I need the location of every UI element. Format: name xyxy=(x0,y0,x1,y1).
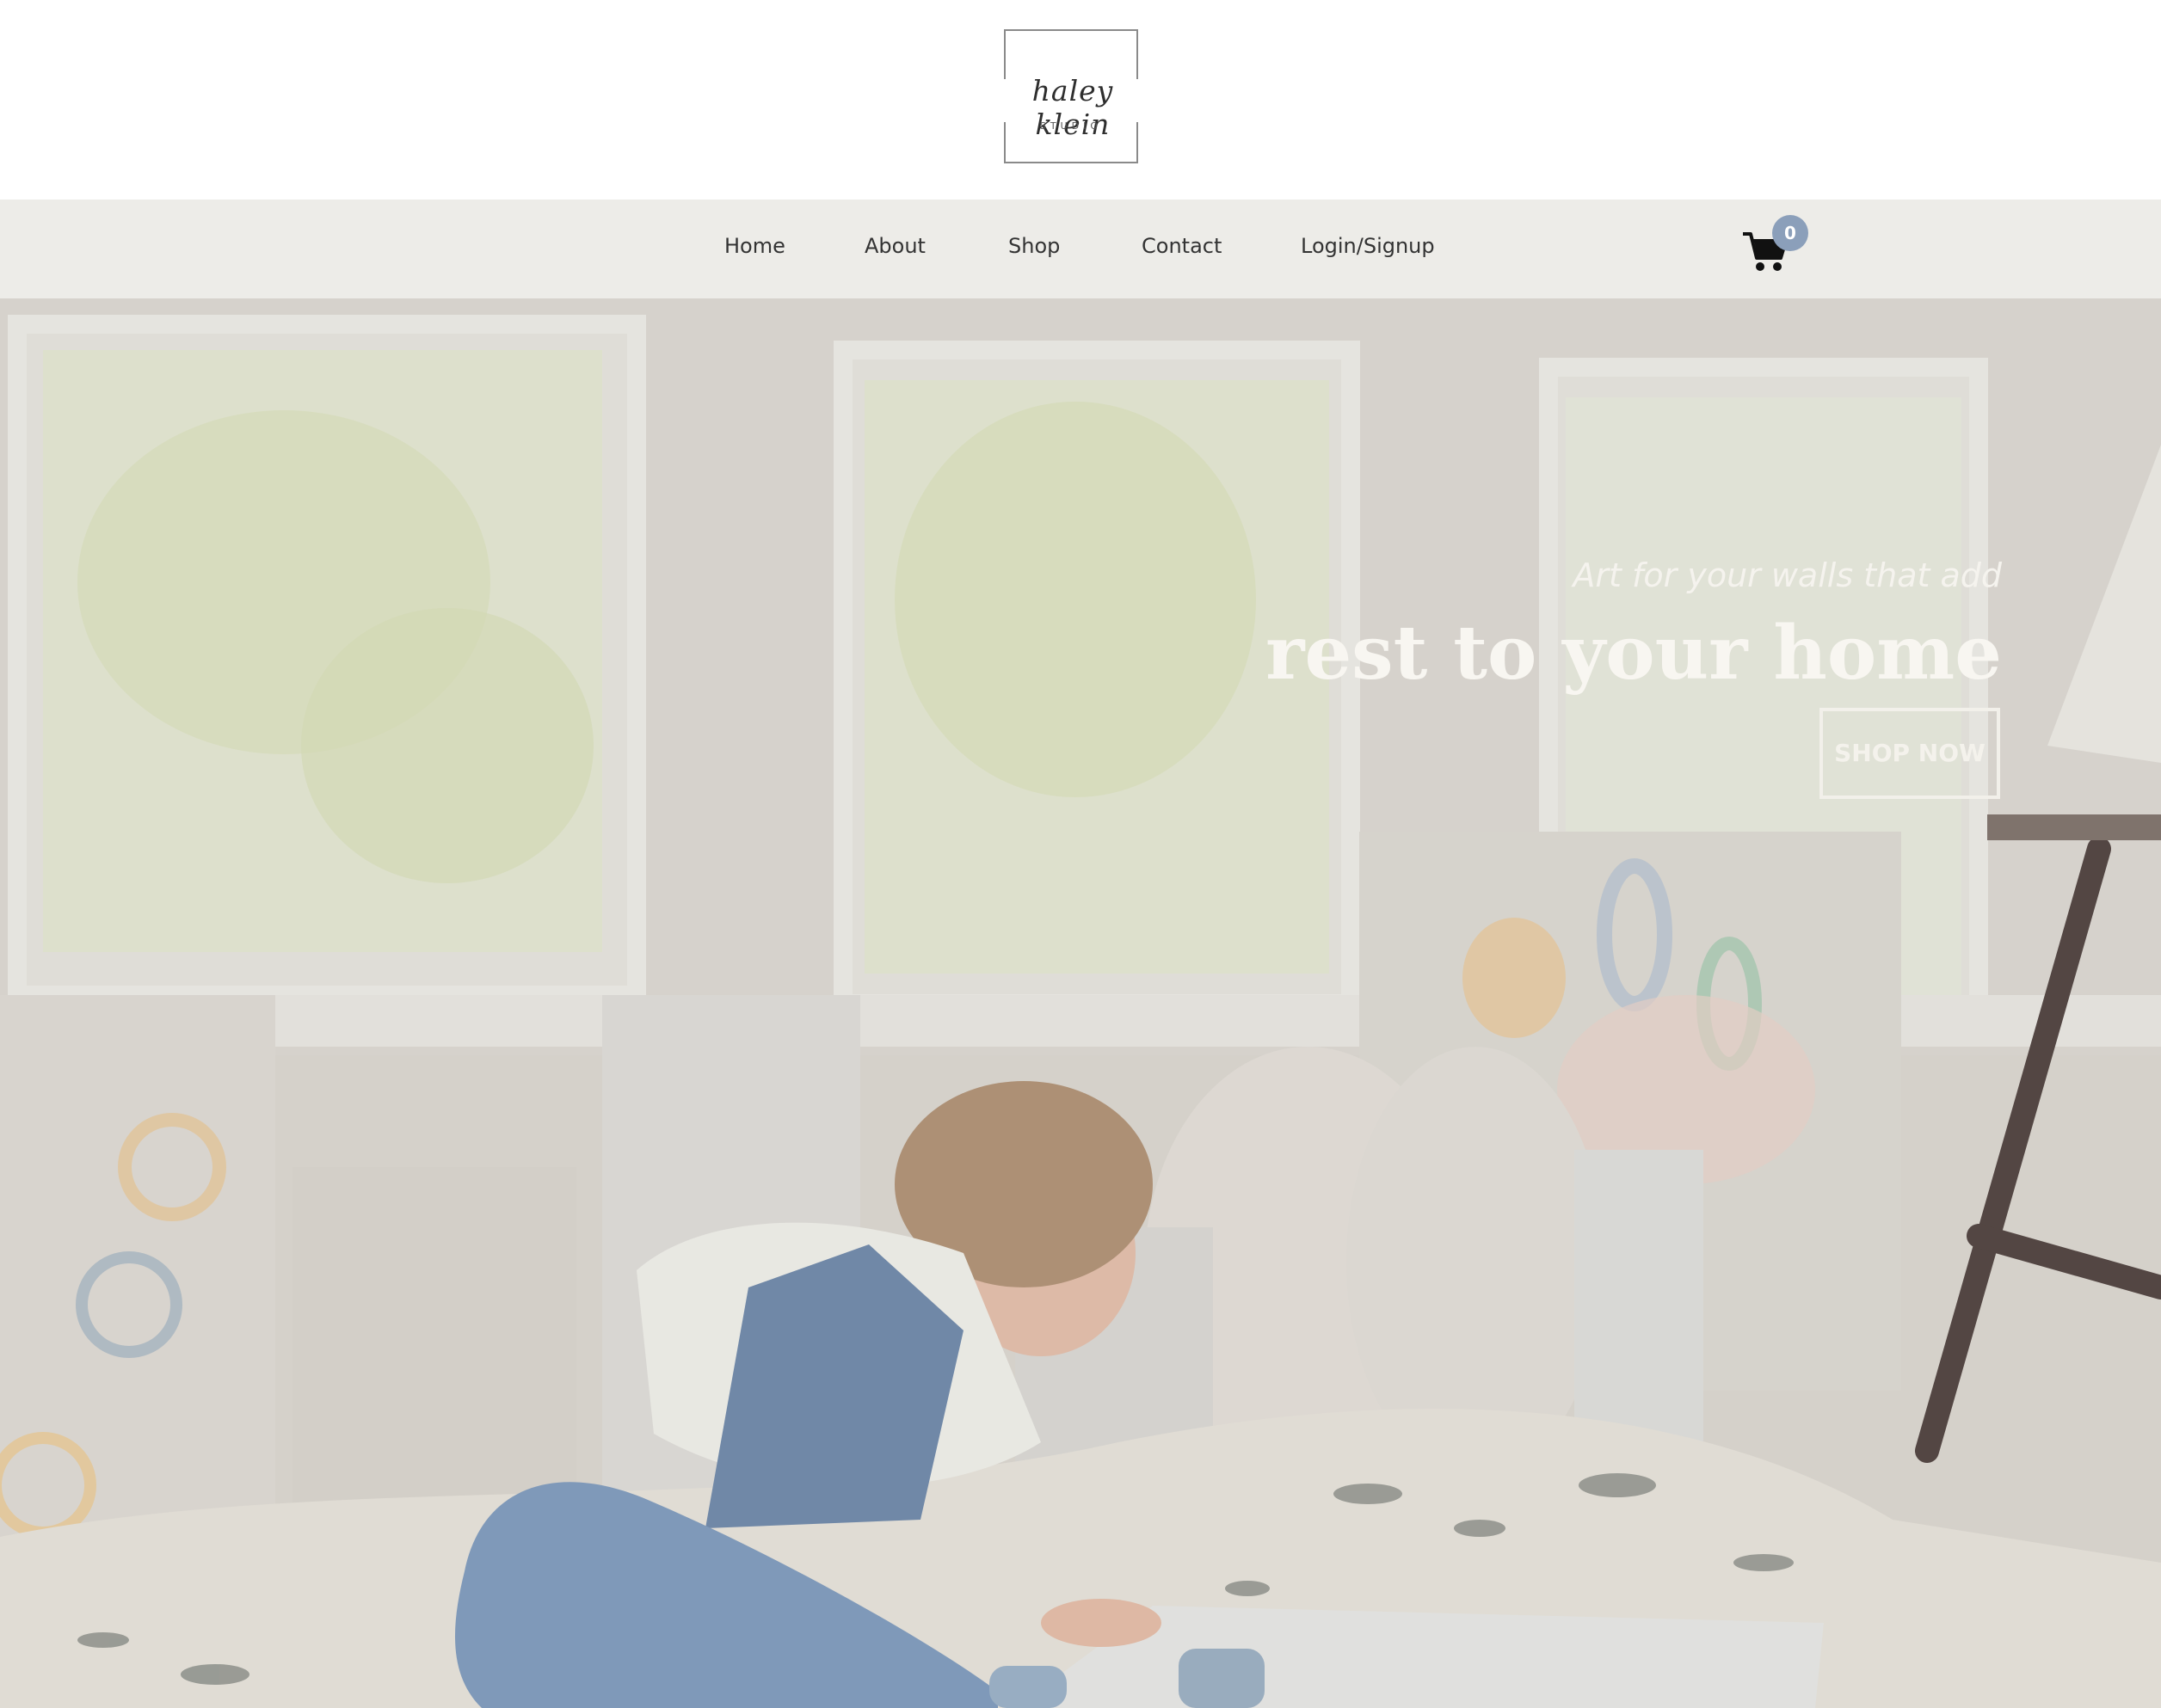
main-nav: Home About Shop Contact Login/Signup 0 xyxy=(0,200,2161,298)
nav-shop[interactable]: Shop xyxy=(1008,234,1060,258)
cart-count-badge: 0 xyxy=(1772,215,1808,251)
brand-logo[interactable]: haley klein STUDIO xyxy=(995,29,1150,163)
hero-section: Art for your walls that add rest to your… xyxy=(0,298,2161,1708)
hero-background-image xyxy=(0,298,2161,1708)
site-header: haley klein STUDIO xyxy=(0,0,2161,200)
hero-headline: rest to your home xyxy=(1265,610,2002,697)
nav-contact[interactable]: Contact xyxy=(1142,234,1222,258)
shop-now-button[interactable]: SHOP NOW xyxy=(1819,708,2000,799)
logo-studio-text: STUDIO xyxy=(1039,120,1103,132)
nav-login-signup[interactable]: Login/Signup xyxy=(1301,234,1435,258)
nav-home[interactable]: Home xyxy=(724,234,785,258)
hero-tagline: Art for your walls that add xyxy=(1573,556,2002,594)
nav-about[interactable]: About xyxy=(865,234,926,258)
